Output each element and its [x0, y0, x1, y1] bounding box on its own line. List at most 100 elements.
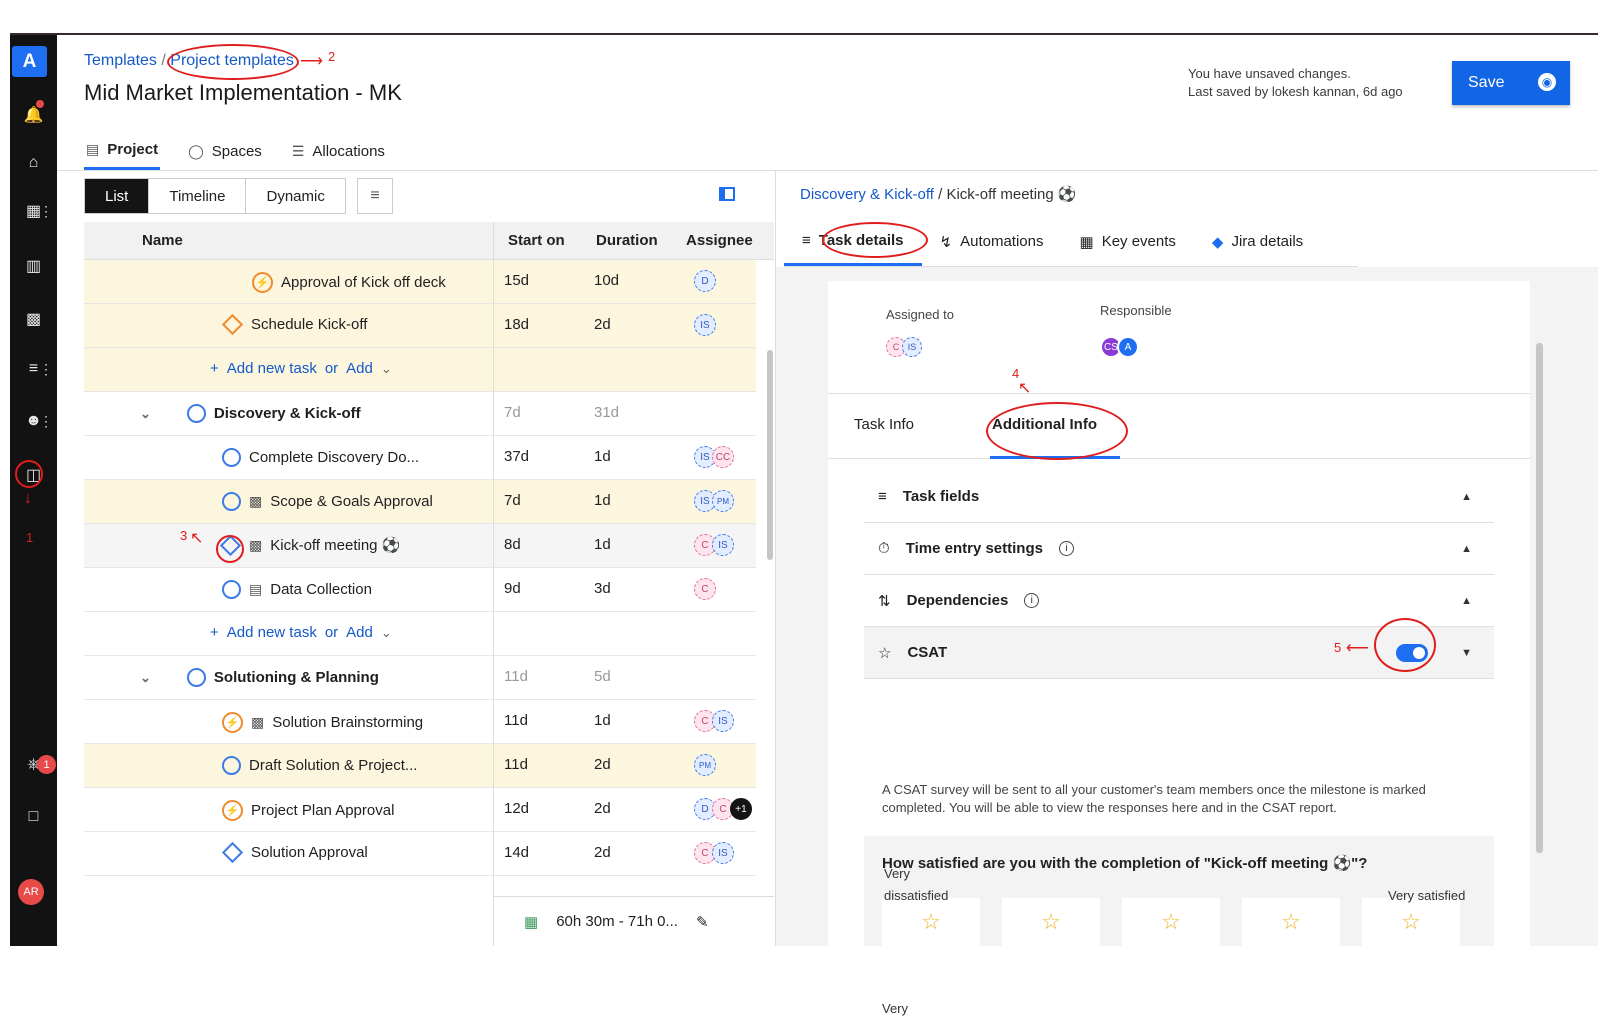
table-row[interactable]: ⚡ Approval of Kick off deck 15d 10d D	[84, 260, 756, 304]
table-row[interactable]: ▩ Scope & Goals Approval 7d 1d IS PM	[84, 480, 756, 524]
assignee-cell[interactable]: PM	[694, 754, 716, 776]
col-assignee[interactable]: Assignee	[686, 232, 753, 249]
app-logo[interactable]: A	[12, 46, 47, 77]
assigned-to-avatars[interactable]: C IS	[886, 337, 922, 357]
breadcrumb-templates[interactable]: Templates	[84, 52, 157, 69]
view-list[interactable]: List	[85, 179, 150, 213]
table-row[interactable]: ▤ Data Collection 9d 3d C	[84, 568, 756, 612]
annotation-ring-4	[986, 402, 1128, 460]
tab-automations-label: Automations	[960, 233, 1044, 250]
last-saved-line: Last saved by lokesh kannan, 6d ago	[1188, 84, 1403, 99]
low-label-1: Very	[882, 1001, 909, 1016]
add-dropdown[interactable]: Add	[346, 624, 373, 641]
table-row[interactable]: ⌄ Discovery & Kick-off 7d 31d	[84, 392, 756, 436]
duration-cell: 2d	[594, 800, 611, 817]
task-name: Project Plan Approval	[251, 802, 395, 819]
start-cell: 9d	[504, 580, 521, 597]
bell-icon[interactable]: 🔔	[10, 99, 57, 131]
unsaved-status: You have unsaved changes. Last saved by …	[1188, 65, 1403, 101]
user-avatar[interactable]: AR	[18, 879, 44, 905]
table-row[interactable]: ⚡ ▩ Solution Brainstorming 11d 1d C IS	[84, 700, 756, 744]
assignee-cell[interactable]: D	[694, 270, 716, 292]
section-task-fields[interactable]: ≡ Task fields ▲	[864, 471, 1494, 523]
table-row[interactable]: ⌄ Solutioning & Planning 11d 5d	[84, 656, 756, 700]
duration-cell: 5d	[594, 668, 611, 685]
info-icon[interactable]: i	[1058, 541, 1074, 556]
duration-cell: 1d	[594, 536, 611, 553]
annotation-arrow-5: ⟵	[1346, 640, 1369, 657]
collapse-chevron-icon[interactable]: ⌄	[140, 670, 151, 686]
star-icon[interactable]: ☆	[1122, 898, 1220, 946]
calendar-icon[interactable]: ▦ ⋮	[10, 195, 57, 227]
assignee-cell[interactable]: C IS	[694, 842, 734, 864]
annotation-ring-task-details	[822, 222, 928, 258]
assignee-cell[interactable]: C IS	[694, 710, 734, 732]
tab-key-events[interactable]: ▦ Key events	[1062, 217, 1194, 266]
tab-project-label: Project	[107, 141, 159, 158]
table-row[interactable]: Solution Approval 14d 2d C IS	[84, 832, 756, 876]
detail-breadcrumb-parent[interactable]: Discovery & Kick-off	[800, 186, 934, 203]
star-icon[interactable]: ☆	[1362, 898, 1460, 946]
assignee-overflow-badge[interactable]: +1	[730, 798, 752, 820]
assignee-cell[interactable]: IS PM	[694, 490, 734, 512]
task-circle-icon	[222, 756, 241, 775]
assignee-cell[interactable]: D C +1	[694, 798, 752, 820]
task-circle-icon	[222, 492, 241, 511]
annotation-ring-3	[216, 535, 244, 563]
list-options-button[interactable]: ≡	[357, 178, 393, 214]
tab-project[interactable]: ▤ Project	[84, 132, 161, 170]
add-new-task-link[interactable]: Add new task	[227, 360, 317, 377]
globe-icon: ◉	[1538, 73, 1556, 91]
tab-automations[interactable]: ↯ Automations	[922, 217, 1062, 266]
info-icon[interactable]: i	[1024, 593, 1040, 608]
tab-allocations[interactable]: ☰ Allocations	[290, 132, 387, 170]
start-cell: 18d	[504, 316, 530, 333]
form-icon: ▩	[249, 536, 263, 553]
assignee-cell[interactable]: IS CC	[694, 446, 734, 468]
view-timeline[interactable]: Timeline	[149, 179, 247, 213]
assignee-cell[interactable]: C	[694, 578, 716, 600]
add-dropdown[interactable]: Add	[346, 360, 373, 377]
detail-scrollbar[interactable]	[1536, 343, 1543, 853]
col-duration[interactable]: Duration	[596, 232, 658, 249]
lightning-icon: ↯	[939, 233, 953, 251]
table-row[interactable]: ⚡ Project Plan Approval 12d 2d D C +1	[84, 788, 756, 832]
section-time-entry[interactable]: ⏱ Time entry settings i ▲	[864, 523, 1494, 575]
high-label: Very satisfied	[1388, 888, 1466, 903]
tab-spaces[interactable]: ◯ Spaces	[186, 132, 264, 170]
duration-cell: 1d	[594, 492, 611, 509]
table-row[interactable]: Schedule Kick-off 18d 2d IS	[84, 304, 756, 348]
responsible-avatars[interactable]: CS A	[1100, 336, 1139, 358]
start-cell: 11d	[504, 712, 528, 729]
col-name[interactable]: Name	[142, 232, 183, 249]
building-icon[interactable]: ▥	[10, 250, 57, 282]
grid-scrollbar[interactable]	[767, 350, 773, 560]
collapse-chevron-icon[interactable]: ⌄	[140, 406, 151, 422]
numbered-list-icon: ≡	[370, 187, 380, 204]
tab-task-info[interactable]: Task Info	[854, 416, 914, 433]
save-button[interactable]: Save ◉	[1452, 61, 1570, 105]
assignee-cell[interactable]: C IS	[694, 534, 734, 556]
edit-pencil-icon[interactable]: ✎	[696, 913, 709, 931]
csat-question: How satisfied are you with the completio…	[882, 855, 1368, 872]
star-icon[interactable]: ☆	[1002, 898, 1100, 946]
plus-icon: +	[210, 624, 219, 641]
checklist-icon[interactable]: ≡ ⋮	[10, 353, 57, 385]
add-new-task-link[interactable]: Add new task	[227, 624, 317, 641]
user-settings-icon[interactable]: ☻ ⋮	[10, 405, 57, 437]
star-icon[interactable]: ☆	[882, 898, 980, 946]
tab-jira-details[interactable]: ◆ Jira details	[1194, 217, 1321, 266]
star-icon[interactable]: ☆	[1242, 898, 1340, 946]
money-icon: ▦	[524, 913, 539, 931]
start-cell: 37d	[504, 448, 530, 465]
chat-icon[interactable]: □	[10, 801, 57, 833]
table-row[interactable]: Draft Solution & Project... 11d 2d PM	[84, 744, 756, 788]
assignee-cell[interactable]: IS	[694, 314, 716, 336]
home-icon[interactable]: ⌂	[10, 147, 57, 179]
detail-breadcrumb-current: Kick-off meeting ⚽	[946, 186, 1077, 203]
clipboard-icon[interactable]: ▩	[10, 303, 57, 335]
table-row[interactable]: Complete Discovery Do... 37d 1d IS CC	[84, 436, 756, 480]
view-dynamic[interactable]: Dynamic	[246, 179, 344, 213]
panel-toggle-icon[interactable]	[719, 187, 735, 201]
col-start[interactable]: Start on	[508, 232, 565, 249]
